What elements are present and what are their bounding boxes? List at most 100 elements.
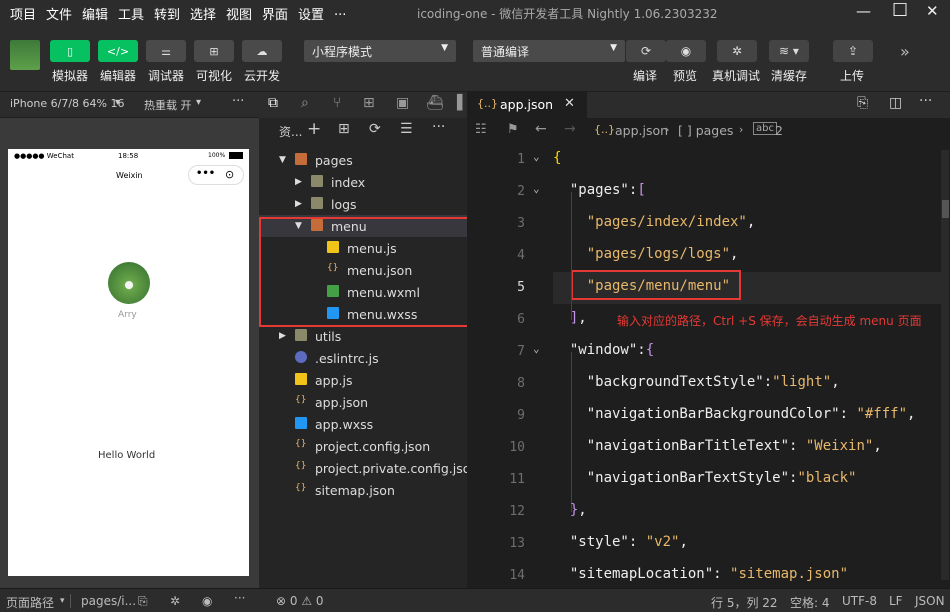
chevron-right-icon[interactable]: ▶ (295, 177, 302, 187)
fold-icon[interactable]: ⌄ (533, 342, 540, 355)
bookmark-icon[interactable]: ⚑ (507, 122, 519, 137)
source-control-icon[interactable]: ⑂ (333, 95, 341, 111)
search-icon[interactable]: ⌕ (301, 95, 309, 111)
avatar[interactable] (10, 40, 40, 70)
code-editor[interactable]: { "pages":[ "pages/index/index", "pages/… (467, 144, 950, 588)
tree-item[interactable]: {} project.config.json (259, 435, 467, 457)
phone-screen[interactable]: ●●●●● WeChat 18:58 100% Weixin ••• ⊙ Arr… (8, 149, 249, 576)
refresh-icon: ⟳ (640, 44, 652, 58)
docker-icon[interactable]: ⛴ (426, 95, 444, 111)
line-number: 4 (517, 248, 525, 263)
fold-icon[interactable]: ⌄ (533, 182, 540, 195)
number-icon: abc (753, 122, 777, 135)
visual-button[interactable]: ⊞ (194, 40, 234, 62)
problems-count[interactable]: ⊗ 0 ⚠ 0 (276, 594, 324, 608)
chevron-down-icon[interactable]: ▼ (295, 221, 302, 231)
breadcrumb-pages[interactable]: [ ] pages (678, 123, 733, 138)
chevron-down-icon[interactable]: ▼ (279, 155, 286, 165)
upload-button[interactable]: ⇪ (833, 40, 873, 62)
minimize-icon[interactable]: — (856, 2, 871, 20)
device-select[interactable]: iPhone 6/7/8 64% 16 (10, 97, 124, 110)
mode-select[interactable]: 小程序模式 ▼ (304, 40, 456, 62)
tree-item[interactable]: ▼ pages (259, 149, 467, 171)
page-path[interactable]: pages/i... (81, 594, 136, 608)
menu-file[interactable]: 文件 (46, 4, 72, 23)
menu-more[interactable]: ... (334, 4, 346, 19)
new-folder-icon[interactable]: ⊞ (338, 121, 350, 137)
remote-debug-button[interactable]: ✲ (717, 40, 757, 62)
breadcrumb-file[interactable]: app.json (615, 123, 668, 138)
target-icon[interactable]: ⊙ (225, 168, 234, 181)
fold-icon[interactable]: ⌄ (533, 150, 540, 163)
tree-item[interactable]: ▼ menu (259, 215, 467, 237)
tree-item[interactable]: app.wxss (259, 413, 467, 435)
language-mode[interactable]: JSON (915, 594, 945, 608)
refresh-icon[interactable]: ⟳ (369, 121, 381, 137)
tab-app-json[interactable]: {..} app.json ✕ (467, 92, 587, 118)
page-path-label[interactable]: 页面路径 (6, 594, 54, 611)
chevron-right-icon[interactable]: ▶ (295, 199, 302, 209)
indent-setting[interactable]: 空格: 4 (790, 594, 830, 611)
editor-button[interactable]: </> (98, 40, 138, 62)
new-file-icon[interactable]: + (307, 119, 321, 139)
tree-item[interactable]: {} project.private.config.json (259, 457, 478, 479)
menu-interface[interactable]: 界面 (262, 4, 288, 23)
phone-icon: ▯ (66, 44, 74, 58)
save-icon[interactable]: ▣ (396, 95, 409, 111)
hotreload-toggle[interactable]: 热重载 开 (144, 97, 192, 113)
breadcrumb-index[interactable]: 2 (775, 123, 783, 138)
tree-item[interactable]: app.js (259, 369, 467, 391)
more-icon[interactable]: ··· (432, 119, 445, 135)
menu-edit[interactable]: 编辑 (82, 4, 108, 23)
bug-icon[interactable]: ✲ (170, 594, 180, 608)
tree-item[interactable]: .eslintrc.js (259, 347, 467, 369)
eye-icon[interactable]: ◉ (202, 594, 212, 608)
more-icon[interactable]: ··· (234, 591, 245, 605)
cloud-button[interactable]: ☁ (242, 40, 282, 62)
simulator-button[interactable]: ▯ (50, 40, 90, 62)
list-icon[interactable]: ☷ (475, 122, 487, 137)
menu-select[interactable]: 选择 (190, 4, 216, 23)
tree-item[interactable]: ▶ index (259, 171, 467, 193)
extensions-icon[interactable]: ⊞ (363, 95, 375, 111)
menu-project[interactable]: 项目 (10, 4, 36, 23)
compile-button[interactable]: ⟳ (626, 40, 666, 62)
nav-title: Weixin (116, 171, 143, 180)
tree-item[interactable]: menu.wxml (259, 281, 467, 303)
cursor-position[interactable]: 行 5，列 22 (711, 594, 778, 611)
close-icon[interactable]: ✕ (926, 2, 939, 20)
eol[interactable]: LF (889, 594, 903, 608)
scrollbar-thumb[interactable] (942, 200, 949, 218)
open-changes-icon[interactable]: ⎘ (857, 95, 868, 111)
tree-item[interactable]: menu.js (259, 237, 467, 259)
clear-cache-button[interactable]: ≋ ▾ (769, 40, 809, 62)
debugger-button[interactable]: ⚌ (146, 40, 186, 62)
menu-view[interactable]: 视图 (226, 4, 252, 23)
more-icon[interactable]: ••• (196, 168, 215, 179)
chevron-right-icon[interactable]: » (900, 42, 910, 61)
collapse-icon[interactable]: ☰ (400, 121, 413, 137)
encoding[interactable]: UTF-8 (842, 594, 877, 608)
compile-select[interactable]: 普通编译 ▼ (473, 40, 625, 62)
split-editor-icon[interactable]: ◫ (889, 95, 902, 111)
copy-icon[interactable]: ⎘ (138, 594, 148, 609)
menu-goto[interactable]: 转到 (154, 4, 180, 23)
menu-tools[interactable]: 工具 (118, 4, 144, 23)
tree-item[interactable]: {} menu.json (259, 259, 467, 281)
preview-button[interactable]: ◉ (666, 40, 706, 62)
arrow-right-icon[interactable]: → (564, 121, 576, 137)
maximize-icon[interactable]: ☐ (892, 0, 908, 21)
tree-item[interactable]: menu.wxss (259, 303, 467, 325)
menu-settings[interactable]: 设置 (298, 4, 324, 23)
close-icon[interactable]: ✕ (564, 96, 575, 111)
chevron-right-icon[interactable]: ▶ (279, 331, 286, 341)
more-icon[interactable]: ··· (919, 93, 932, 109)
more-icon[interactable]: ··· (232, 94, 244, 109)
files-icon[interactable]: ⧉ (268, 95, 278, 111)
capsule-button[interactable]: ••• ⊙ (188, 165, 244, 185)
tree-item[interactable]: ▶ utils (259, 325, 467, 347)
tree-item[interactable]: {} app.json (259, 391, 467, 413)
tree-item[interactable]: {} sitemap.json (259, 479, 467, 501)
arrow-left-icon[interactable]: ← (535, 121, 547, 137)
tree-item[interactable]: ▶ logs (259, 193, 467, 215)
